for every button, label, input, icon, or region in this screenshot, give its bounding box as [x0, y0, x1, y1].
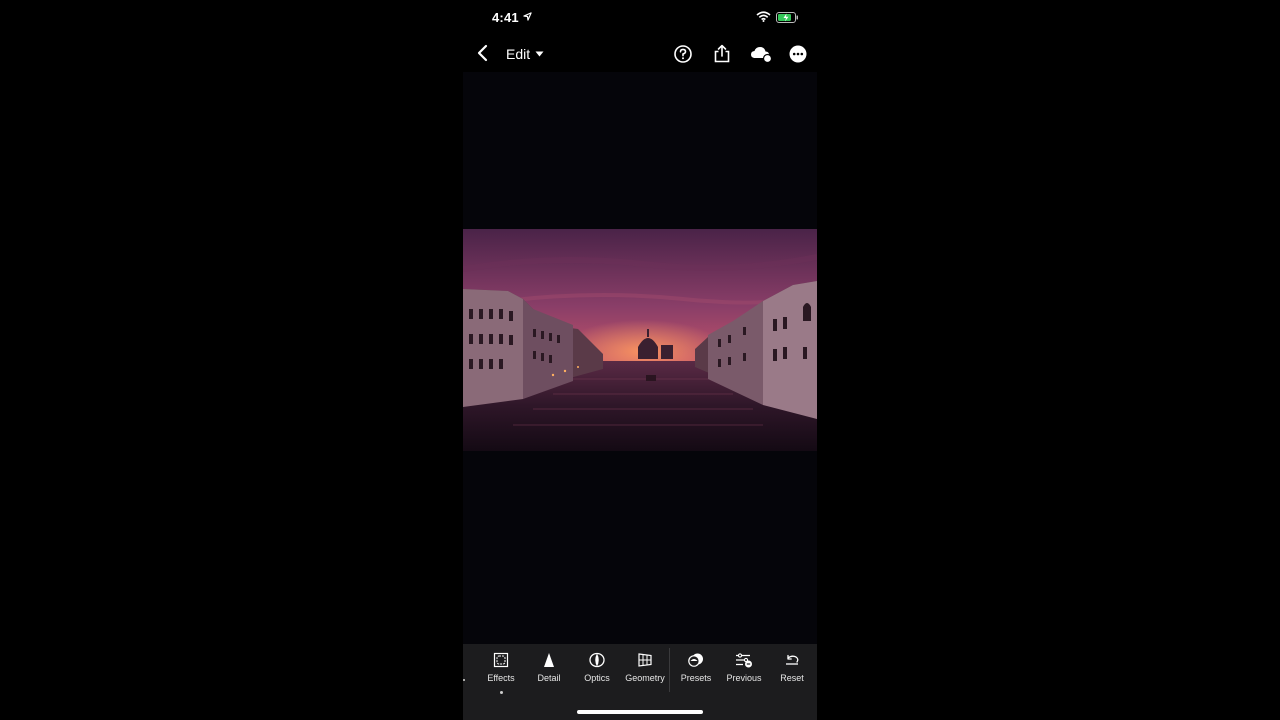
- toolbar-divider: [669, 648, 670, 692]
- geometry-label: Geometry: [625, 673, 665, 683]
- status-time: 4:41: [492, 10, 519, 25]
- active-tool-dot: [500, 691, 503, 694]
- location-arrow-icon: [523, 12, 532, 21]
- previous-button[interactable]: Previous: [720, 652, 768, 696]
- optics-icon: [589, 652, 605, 668]
- presets-icon: [688, 653, 703, 667]
- wifi-icon: [756, 11, 771, 22]
- back-chevron-icon[interactable]: [474, 43, 490, 63]
- help-icon[interactable]: [672, 43, 694, 65]
- effects-button[interactable]: Effects: [477, 652, 525, 696]
- geometry-button[interactable]: Geometry: [621, 652, 669, 696]
- cloud-sync-icon[interactable]: [749, 43, 773, 65]
- presets-button[interactable]: Presets: [672, 652, 720, 696]
- reset-label: Reset: [780, 673, 804, 683]
- geometry-icon: [638, 653, 652, 667]
- home-indicator[interactable]: [577, 710, 703, 714]
- optics-label: Optics: [584, 673, 610, 683]
- previous-icon: [736, 653, 752, 668]
- phone-screen: 4:41 Edit Effects Detail Optics Geometry…: [463, 0, 817, 720]
- bottom-toolbar: Effects Detail Optics Geometry Presets P…: [463, 644, 817, 720]
- top-bar: Edit: [463, 36, 817, 72]
- status-bar: 4:41: [463, 0, 817, 36]
- more-icon[interactable]: [787, 43, 809, 65]
- presets-label: Presets: [680, 673, 712, 683]
- battery-charging-icon: [776, 12, 798, 23]
- previous-label: Previous: [726, 673, 762, 683]
- caret-down-icon: [535, 51, 544, 57]
- detail-label: Detail: [537, 673, 561, 683]
- effects-icon: [493, 652, 509, 668]
- detail-icon: [544, 653, 554, 667]
- reset-button[interactable]: Reset: [768, 652, 816, 696]
- scroll-indicator: [463, 679, 465, 681]
- reset-icon: [786, 654, 799, 665]
- photo-preview[interactable]: [463, 229, 817, 451]
- detail-button[interactable]: Detail: [525, 652, 573, 696]
- share-icon[interactable]: [711, 43, 733, 65]
- edit-mode-label: Edit: [506, 46, 531, 62]
- optics-button[interactable]: Optics: [573, 652, 621, 696]
- effects-label: Effects: [487, 673, 515, 683]
- edit-mode-dropdown[interactable]: Edit: [506, 44, 544, 64]
